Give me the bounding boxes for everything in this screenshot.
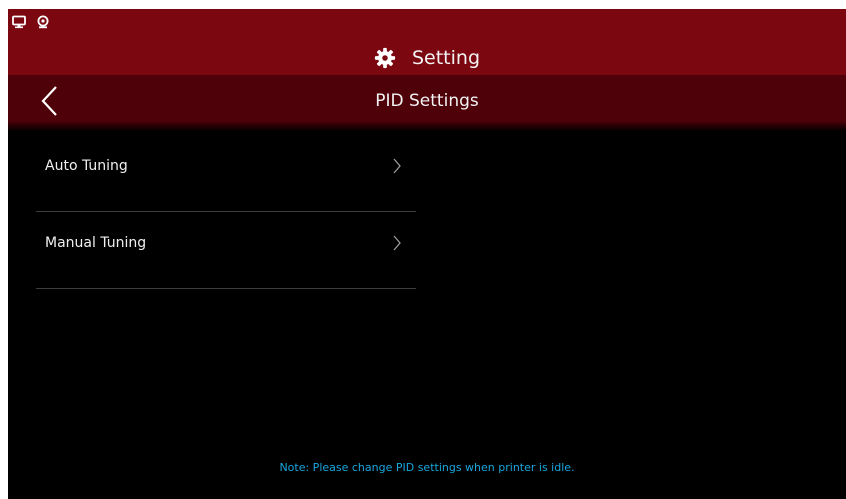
gear-icon [374,47,396,69]
header-shadow [8,121,846,131]
app-screen: Setting PID Settings Auto Tuning Manual … [8,9,846,499]
idle-note: Note: Please change PID settings when pr… [279,461,575,474]
page-title: Setting [411,47,481,69]
auto-tuning-label: Auto Tuning [45,158,128,174]
auto-tuning-item[interactable]: Auto Tuning [36,135,416,212]
chevron-left-icon [41,86,57,116]
manual-tuning-item[interactable]: Manual Tuning [36,212,416,289]
header-bar: Setting [8,9,846,75]
manual-tuning-label: Manual Tuning [45,235,147,251]
webcam-icon[interactable] [36,14,50,29]
section-title: PID Settings [375,91,479,111]
chevron-right-icon [392,235,402,251]
back-button[interactable] [36,84,66,118]
header-title-group: Setting [8,43,846,73]
monitor-icon[interactable] [12,14,26,29]
pid-menu-list: Auto Tuning Manual Tuning [36,135,416,289]
status-icons [12,14,50,29]
chevron-right-icon [392,158,402,174]
sub-header-bar: PID Settings [8,75,846,127]
